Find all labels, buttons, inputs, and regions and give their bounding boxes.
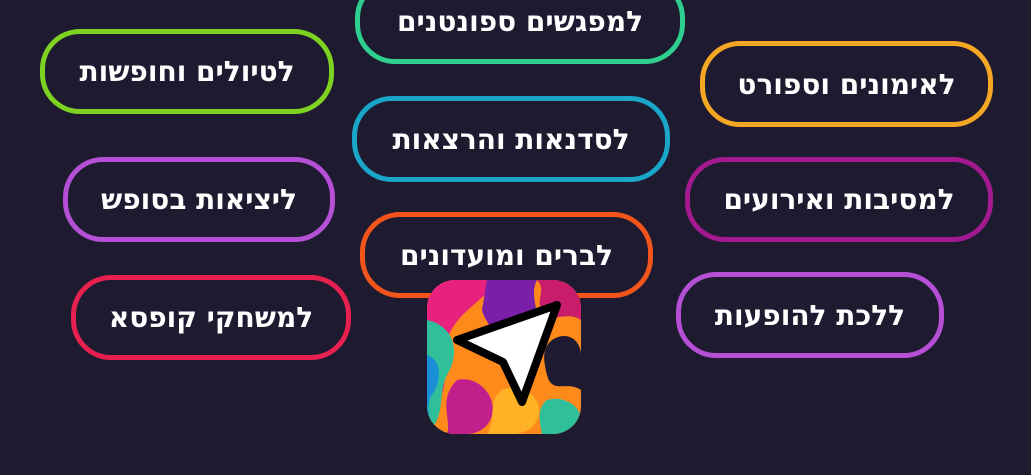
pill-parties-events[interactable]: למסיבות ואירועים (685, 157, 993, 242)
pill-label: לטיולים וחופשות (79, 55, 295, 88)
pill-label: לסדנאות והרצאות (392, 122, 630, 156)
pill-trips-vacations[interactable]: לטיולים וחופשות (40, 29, 334, 114)
pill-label: למפגשים ספונטנים (396, 4, 644, 38)
pill-label: ליציאות בסופש (101, 183, 297, 216)
pill-label: לברים ומועדונים (400, 238, 613, 272)
pill-label: ללכת להופעות (714, 298, 906, 332)
pill-workouts-sports[interactable]: לאימונים וספורט (700, 41, 993, 127)
pill-label: לאימונים וספורט (737, 67, 956, 101)
pill-label: למסיבות ואירועים (723, 183, 955, 216)
pill-workshops-lectures[interactable]: לסדנאות והרצאות (352, 96, 670, 182)
pill-shows[interactable]: ללכת להופעות (676, 272, 944, 358)
app-icon[interactable] (427, 280, 581, 434)
pill-weekend-outings[interactable]: ליציאות בסופש (63, 157, 335, 242)
pill-board-games[interactable]: למשחקי קופסא (71, 275, 351, 360)
pill-label: למשחקי קופסא (108, 301, 314, 334)
pill-spontaneous-meetups[interactable]: למפגשים ספונטנים (355, 0, 685, 64)
navigation-arrow-icon (427, 280, 581, 434)
